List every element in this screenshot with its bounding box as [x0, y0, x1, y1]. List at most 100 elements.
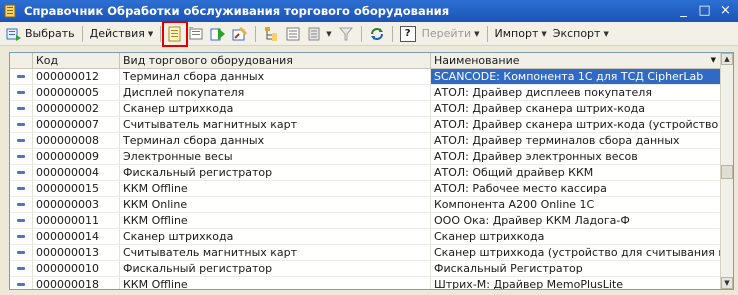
table-row[interactable]: 000000015 ККМ Offline АТОЛ: Рабочее место …	[10, 181, 733, 197]
chevron-down-icon: ▼	[474, 29, 480, 38]
table-row[interactable]: 000000002 Сканер штрихкода АТОЛ: Драйвер с…	[10, 101, 733, 117]
cell-name: АТОЛ: Драйвер сканера штрих-кода	[431, 101, 721, 116]
cell-code: 000000002	[33, 101, 120, 116]
toolbar-separator	[255, 25, 257, 42]
cell-equipment-type: Сканер штрихкода	[120, 101, 431, 116]
cell-equipment-type: Терминал сбора данных	[120, 69, 431, 84]
cell-name: Сканер штрихкода (устройство для считыва…	[431, 245, 721, 260]
close-button[interactable]: ×	[717, 2, 734, 19]
table-row[interactable]: 000000004 Фискальный регистратор АТОЛ: Общ…	[10, 165, 733, 181]
filter-icon	[338, 27, 353, 40]
header-name-label: Наименование	[434, 54, 520, 67]
chevron-down-icon: ▼	[326, 29, 332, 38]
copy-button[interactable]	[207, 24, 229, 44]
goto-label: Перейти	[421, 27, 472, 40]
toolbar: Выбрать Действия ▼ ▼ ? Перейти ▼ Импорт …	[0, 20, 738, 47]
table-row[interactable]: 000000008 Терминал сбора данных АТОЛ: Драй…	[10, 133, 733, 149]
chevron-down-icon: ▼	[147, 29, 154, 38]
filter-list-button[interactable]: ▼	[304, 24, 334, 44]
row-marker-icon	[10, 101, 33, 116]
toolbar-separator	[160, 25, 162, 42]
chevron-down-icon: ▼	[541, 29, 547, 38]
cell-equipment-type: Считыватель магнитных карт	[120, 245, 431, 260]
cell-name: Штрих-М: Драйвер МеmоPlusLite	[431, 277, 721, 289]
cell-equipment-type: Фискальный регистратор	[120, 165, 431, 180]
cell-equipment-type: Сканер штрихкода	[120, 229, 431, 244]
row-marker-icon	[10, 261, 33, 276]
table-row[interactable]: 000000009 Электронные весы АТОЛ: Драйвер э…	[10, 149, 733, 165]
add-button[interactable]	[162, 20, 189, 47]
cell-equipment-type: Дисплей покупателя	[120, 85, 431, 100]
export-label: Экспорт	[552, 27, 601, 40]
data-grid[interactable]: Код Вид торгового оборудования Наименова…	[9, 52, 734, 290]
cell-code: 000000015	[33, 181, 120, 196]
add-item-icon	[168, 26, 181, 41]
add-group-button[interactable]	[185, 24, 207, 44]
import-menu[interactable]: Импорт ▼	[492, 24, 550, 44]
cell-code: 000000010	[33, 261, 120, 276]
table-row[interactable]: 000000005 Дисплей покупателя АТОЛ: Драйвер…	[10, 85, 733, 101]
header-icon-column[interactable]	[10, 53, 33, 68]
table-row[interactable]: 000000007 Считыватель магнитных карт АТОЛ:…	[10, 117, 733, 133]
row-marker-icon	[10, 117, 33, 132]
refresh-icon	[370, 27, 383, 40]
header-name[interactable]: Наименование ▼	[431, 53, 721, 68]
help-button[interactable]: ?	[397, 24, 419, 44]
minimize-button[interactable]: _	[675, 2, 692, 19]
title-bar: Справочник Обработки обслуживания торгов…	[0, 0, 738, 22]
table-row[interactable]: 000000011 ККМ Offline ООО Ока: Драйвер ККМ…	[10, 213, 733, 229]
header-code[interactable]: Код	[33, 53, 120, 68]
edit-button[interactable]	[229, 24, 251, 44]
cell-equipment-type: ККМ Offline	[120, 213, 431, 228]
grid-header: Код Вид торгового оборудования Наименова…	[10, 53, 733, 69]
copy-icon	[210, 27, 226, 40]
filter-button[interactable]	[335, 24, 357, 44]
cell-code: 000000008	[33, 133, 120, 148]
row-marker-icon	[10, 229, 33, 244]
cell-name: АТОЛ: Драйвер электронных весов	[431, 149, 721, 164]
cell-name: ООО Ока: Драйвер ККМ Ладога-Ф	[431, 213, 721, 228]
export-menu[interactable]: Экспорт ▼	[550, 24, 612, 44]
cell-name: АТОЛ: Драйвер дисплеев покупателя	[431, 85, 721, 100]
tree-view-button[interactable]	[282, 24, 304, 44]
import-label: Импорт	[494, 27, 539, 40]
actions-label: Действия	[89, 27, 145, 40]
table-row[interactable]: 000000018 ККМ Offline Штрих-М: Драйвер Меm…	[10, 277, 733, 289]
cell-equipment-type: ККМ Offline	[120, 181, 431, 196]
cell-code: 000000011	[33, 213, 120, 228]
cell-equipment-type: Терминал сбора данных	[120, 133, 431, 148]
list-settings-icon	[308, 27, 320, 40]
row-marker-icon	[10, 277, 33, 289]
row-marker-icon	[10, 213, 33, 228]
table-row[interactable]: 000000014 Сканер штрихкода Сканер штрихкод…	[10, 229, 733, 245]
app-window: Справочник Обработки обслуживания торгов…	[0, 0, 738, 295]
goto-menu[interactable]: Перейти ▼	[419, 24, 483, 44]
row-marker-icon	[10, 165, 33, 180]
table-row[interactable]: 000000003 ККМ Online Компонента A200 Onlin…	[10, 197, 733, 213]
scroll-down-icon[interactable]: ▼	[721, 277, 733, 289]
toolbar-separator	[486, 25, 488, 42]
select-button[interactable]: Выбрать	[3, 24, 78, 44]
refresh-button[interactable]	[366, 24, 388, 44]
table-row[interactable]: 000000010 Фискальный регистратор Фискальны…	[10, 261, 733, 277]
cell-code: 000000018	[33, 277, 120, 289]
cell-code: 000000007	[33, 117, 120, 132]
row-marker-icon	[10, 85, 33, 100]
row-marker-icon	[10, 69, 33, 84]
cell-name: АТОЛ: Рабочее место кассира	[431, 181, 721, 196]
hierarchy-button[interactable]	[260, 24, 282, 44]
cell-name: Фискальный Регистратор	[431, 261, 721, 276]
vertical-scrollbar[interactable]: ▲ ▼	[720, 53, 733, 289]
scroll-thumb[interactable]	[721, 165, 733, 179]
cell-name: АТОЛ: Общий драйвер ККМ	[431, 165, 721, 180]
chevron-down-icon: ▼	[603, 29, 609, 38]
scroll-up-icon[interactable]: ▲	[721, 53, 733, 65]
header-equipment-type[interactable]: Вид торгового оборудования	[120, 53, 431, 68]
toolbar-separator	[360, 25, 362, 42]
cell-equipment-type: ККМ Online	[120, 197, 431, 212]
table-row[interactable]: 000000013 Считыватель магнитных карт Скане…	[10, 245, 733, 261]
table-row[interactable]: 000000012 Терминал сбора данных SCANCODE: …	[10, 69, 733, 85]
actions-menu[interactable]: Действия ▼	[87, 24, 157, 44]
maximize-button[interactable]: □	[696, 2, 713, 19]
cell-name: АТОЛ: Драйвер терминалов сбора данных	[431, 133, 721, 148]
